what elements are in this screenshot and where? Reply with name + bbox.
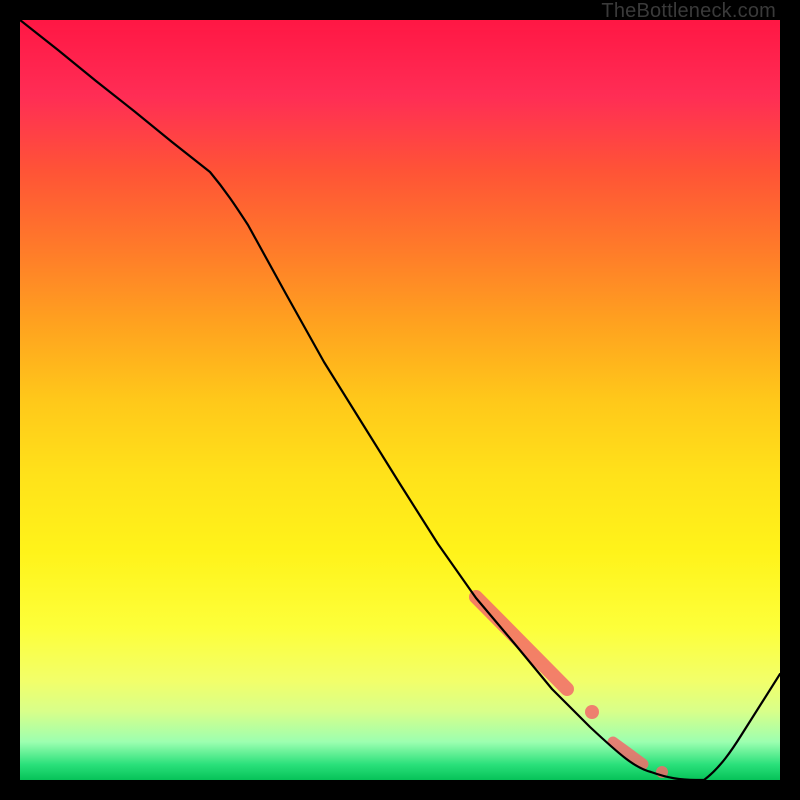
bottleneck-line — [20, 20, 780, 780]
plot-area — [20, 20, 780, 780]
highlight-band-main — [476, 597, 567, 689]
highlight-dot-1 — [585, 705, 599, 719]
chart-svg — [20, 20, 780, 780]
watermark-label: TheBottleneck.com — [601, 0, 776, 23]
chart-frame: TheBottleneck.com — [0, 0, 800, 800]
